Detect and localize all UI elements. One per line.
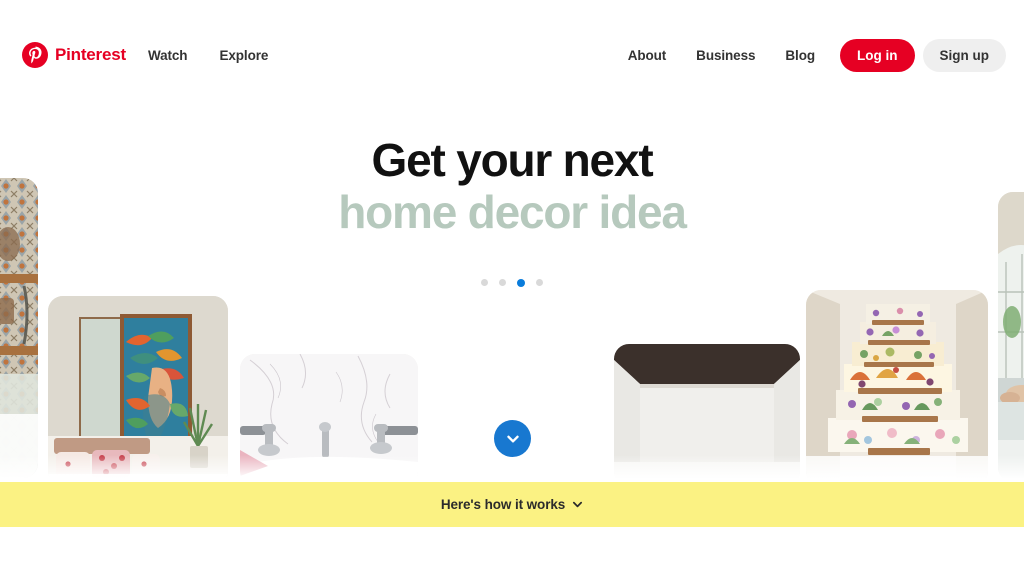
carousel-dot-4[interactable] [536,279,543,286]
scroll-down-button[interactable] [494,420,531,457]
collage-card-mural-bedroom[interactable] [48,296,228,486]
white-interior-image [614,344,800,486]
chevron-down-icon [573,501,583,508]
mural-bedroom-image [48,296,228,486]
site-header: Pinterest Watch Explore About Business B… [0,0,1024,110]
floral-stairs-image [806,290,988,486]
pinterest-logo[interactable]: Pinterest [22,42,126,68]
header-right-nav: About Business Blog Log in Sign up [615,38,1006,72]
page-bottom-area [0,527,1024,576]
carousel-dot-2[interactable] [499,279,506,286]
nav-link-explore[interactable]: Explore [209,40,278,71]
nav-link-blog[interactable]: Blog [772,40,828,71]
patterned-tiles-image [0,178,38,478]
header-left-nav: Pinterest Watch Explore [22,40,278,71]
how-it-works-bar[interactable]: Here's how it works [0,482,1024,527]
signup-button[interactable]: Sign up [922,38,1006,72]
collage-card-white-interior[interactable] [614,344,800,486]
carousel-dot-1[interactable] [481,279,488,286]
chevron-down-icon [506,435,519,442]
pinterest-homepage: Pinterest Watch Explore About Business B… [0,0,1024,576]
login-button[interactable]: Log in [840,38,915,72]
carousel-dot-3[interactable] [517,279,525,287]
marble-bathroom-image [240,354,418,486]
nav-link-watch[interactable]: Watch [138,40,198,71]
carousel-dots [0,279,1024,287]
nav-link-business[interactable]: Business [683,40,768,71]
nav-link-about[interactable]: About [615,40,679,71]
pinterest-wordmark: Pinterest [55,45,126,64]
how-it-works-label: Here's how it works [440,497,566,512]
collage-card-marble-bathroom[interactable] [240,354,418,486]
conservatory-image [998,192,1024,482]
collage-card-floral-stairs[interactable] [806,290,988,486]
collage-card-patterned-tiles[interactable] [0,178,38,478]
collage-card-conservatory[interactable] [998,192,1024,482]
pinterest-logo-icon [22,42,48,68]
